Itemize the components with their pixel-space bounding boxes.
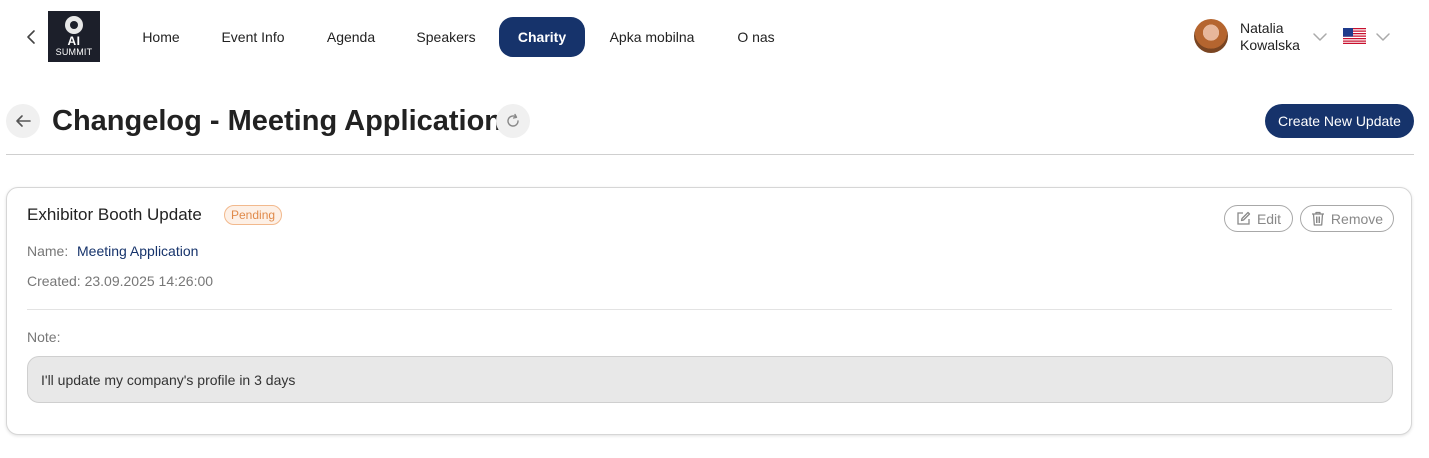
nav-event-info[interactable]: Event Info: [210, 17, 296, 57]
name-value-link[interactable]: Meeting Application: [77, 243, 198, 259]
card-divider: [27, 309, 1392, 310]
logo-head-icon: [65, 16, 83, 34]
logo-text-summit: SUMMIT: [55, 47, 93, 57]
logo-text-ai: AI: [67, 34, 81, 48]
user-name[interactable]: Natalia Kowalska: [1240, 20, 1300, 54]
status-badge: Pending: [224, 205, 283, 225]
avatar[interactable]: [1194, 19, 1228, 53]
name-label: Name:: [27, 243, 69, 259]
page-title: Changelog - Meeting Application: [52, 105, 503, 137]
arrow-left-icon: [16, 115, 31, 127]
user-last-name: Kowalska: [1240, 37, 1300, 53]
back-button[interactable]: [6, 104, 40, 138]
update-card: Exhibitor Booth Update Pending Edit Remo…: [6, 187, 1412, 435]
chevron-left-icon[interactable]: [22, 26, 40, 48]
nav-charity[interactable]: Charity: [499, 17, 585, 57]
ai-summit-logo[interactable]: AI SUMMIT: [48, 11, 100, 62]
note-text-box: I'll update my company's profile in 3 da…: [27, 356, 1393, 403]
edit-button[interactable]: Edit: [1224, 205, 1293, 232]
chevron-down-icon[interactable]: [1312, 29, 1328, 45]
nav-home[interactable]: Home: [130, 17, 192, 57]
user-first-name: Natalia: [1240, 20, 1284, 36]
trash-icon: [1311, 211, 1324, 226]
nav-speakers[interactable]: Speakers: [406, 17, 486, 57]
remove-button[interactable]: Remove: [1300, 205, 1394, 232]
note-label: Note:: [27, 329, 61, 345]
created-timestamp: Created: 23.09.2025 14:26:00: [27, 273, 214, 289]
note-text: I'll update my company's profile in 3 da…: [41, 371, 296, 388]
edit-icon: [1237, 211, 1251, 225]
us-flag-icon[interactable]: [1343, 28, 1366, 44]
update-title: Exhibitor Booth Update: [27, 205, 202, 224]
remove-button-label: Remove: [1330, 210, 1384, 227]
edit-button-label: Edit: [1256, 210, 1282, 227]
create-new-update-button[interactable]: Create New Update: [1265, 104, 1414, 138]
refresh-icon: [507, 113, 519, 127]
language-chevron-down-icon[interactable]: [1375, 29, 1391, 45]
nav-agenda[interactable]: Agenda: [315, 17, 387, 57]
nav-apka-mobilna[interactable]: Apka mobilna: [597, 17, 707, 57]
header-divider: [6, 154, 1414, 155]
nav-o-nas[interactable]: O nas: [727, 17, 785, 57]
top-navigation: AI SUMMIT Home Event Info Agenda Speaker…: [0, 0, 1429, 74]
refresh-button[interactable]: [496, 104, 530, 138]
